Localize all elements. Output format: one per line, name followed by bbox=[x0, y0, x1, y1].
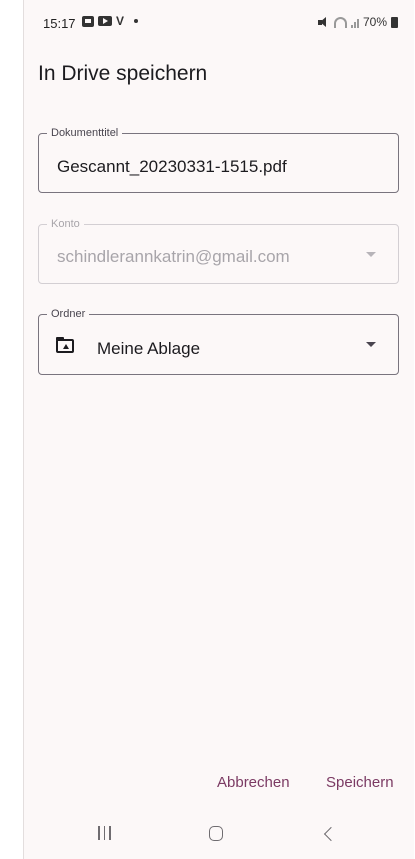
gallery-icon bbox=[82, 15, 94, 27]
v-icon: V bbox=[116, 14, 125, 28]
folder-value: Meine Ablage bbox=[97, 339, 201, 358]
document-title-value[interactable]: Gescannt_20230331-1515.pdf bbox=[57, 157, 287, 177]
battery-icon bbox=[391, 16, 398, 28]
cancel-button[interactable]: Abbrechen bbox=[217, 774, 290, 791]
home-icon[interactable] bbox=[209, 826, 223, 841]
back-icon[interactable] bbox=[323, 826, 339, 842]
document-title-label: Dokumenttitel bbox=[47, 126, 123, 140]
folder-label: Ordner bbox=[47, 307, 90, 321]
chevron-down-icon bbox=[366, 252, 376, 257]
battery-percent: 70% bbox=[362, 15, 387, 29]
signal-icon bbox=[350, 17, 359, 28]
dialog-title: In Drive speichern bbox=[38, 62, 208, 85]
status-bar: 15:17 V 70% bbox=[24, 0, 414, 44]
phone-screen: 15:17 V 70% In Drive speichern Dokumentt… bbox=[23, 0, 414, 859]
system-icons: 70% bbox=[317, 15, 398, 29]
dot-icon bbox=[134, 19, 139, 23]
navigation-bar bbox=[24, 812, 414, 859]
folder-icon bbox=[56, 337, 74, 353]
folder-dropdown[interactable]: Ordner Meine Ablage bbox=[38, 307, 399, 375]
youtube-icon bbox=[98, 16, 112, 26]
wifi-icon bbox=[333, 16, 347, 28]
chevron-down-icon[interactable] bbox=[366, 342, 376, 347]
account-value: schindlerannkatrin@gmail.com bbox=[57, 247, 290, 266]
account-label: Konto bbox=[47, 217, 84, 231]
document-title-field[interactable]: Dokumenttitel Gescannt_20230331-1515.pdf bbox=[38, 126, 399, 193]
recents-icon[interactable] bbox=[98, 826, 111, 840]
mute-icon bbox=[317, 16, 330, 28]
account-field: Konto schindlerannkatrin@gmail.com bbox=[38, 217, 399, 284]
save-button[interactable]: Speichern bbox=[326, 774, 394, 791]
notification-icons: V bbox=[82, 14, 139, 28]
status-time: 15:17 bbox=[43, 16, 76, 31]
